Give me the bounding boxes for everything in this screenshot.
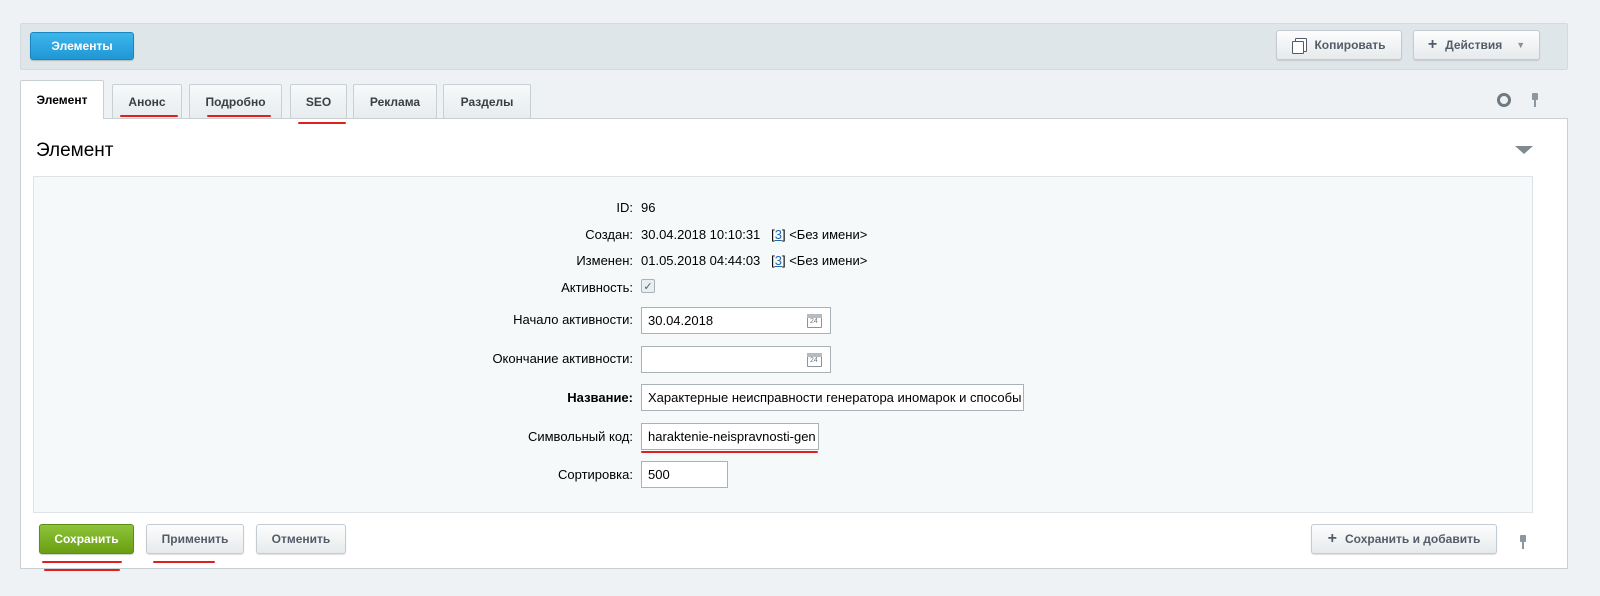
chevron-down-icon: ▼: [1516, 40, 1526, 50]
modified-label: Изменен:: [576, 253, 633, 268]
calendar-icon[interactable]: [807, 314, 822, 328]
created-value: 30.04.2018 10:10:31: [641, 227, 761, 242]
save-and-add-label: Сохранить и добавить: [1345, 532, 1481, 546]
save-and-add-button[interactable]: + Сохранить и добавить: [1311, 524, 1497, 554]
active-from-input[interactable]: 30.04.2018: [641, 307, 831, 334]
cancel-label: Отменить: [271, 532, 331, 546]
created-user-link[interactable]: 3: [775, 227, 782, 242]
code-input[interactable]: haraktenie-neispravnosti-gen: [641, 423, 819, 450]
annotation-underline: [42, 561, 122, 563]
tab-element-label: Элемент: [36, 93, 88, 107]
annotation-underline: [120, 115, 178, 117]
elements-back-button[interactable]: Элементы: [30, 32, 134, 60]
apply-button[interactable]: Применить: [146, 524, 244, 554]
copy-label: Копировать: [1314, 38, 1386, 52]
panel-title: Элемент: [36, 140, 114, 161]
actions-label: Действия: [1445, 38, 1503, 52]
tab-announce-label: Анонс: [128, 94, 166, 109]
sort-value: 500: [648, 467, 670, 482]
actions-button[interactable]: + Действия ▼: [1413, 30, 1540, 60]
annotation-underline: [641, 451, 818, 453]
active-to-label: Окончание активности:: [492, 351, 633, 366]
calendar-icon[interactable]: [807, 353, 822, 367]
save-label: Сохранить: [54, 532, 119, 546]
tab-detail[interactable]: Подробно: [189, 84, 282, 118]
active-label: Активность:: [561, 280, 633, 295]
active-to-input[interactable]: [641, 346, 831, 373]
annotation-underline: [298, 122, 346, 124]
copy-icon: [1292, 38, 1308, 54]
created-user-name: <Без имени>: [789, 227, 868, 242]
pin-icon[interactable]: [1518, 535, 1528, 549]
active-checkbox[interactable]: ✓: [641, 279, 655, 293]
name-value: Характерные неисправности генератора ино…: [648, 390, 1022, 405]
tab-element[interactable]: Элемент: [20, 80, 104, 119]
tab-sections[interactable]: Разделы: [443, 84, 531, 118]
tab-seo[interactable]: SEO: [290, 84, 347, 118]
active-from-label: Начало активности:: [513, 312, 633, 327]
created-row: 30.04.2018 10:10:31 [3] <Без имени>: [641, 227, 868, 242]
tab-seo-label: SEO: [305, 94, 332, 109]
modified-user-name: <Без имени>: [789, 253, 868, 268]
sort-label: Сортировка:: [558, 467, 633, 482]
tab-announce[interactable]: Анонс: [112, 84, 182, 118]
modified-user-link[interactable]: 3: [775, 253, 782, 268]
tab-detail-label: Подробно: [205, 94, 266, 109]
modified-row: 01.05.2018 04:44:03 [3] <Без имени>: [641, 253, 868, 268]
elements-back-label: Элементы: [51, 39, 113, 53]
plus-icon: +: [1427, 36, 1438, 53]
pin-icon[interactable]: [1530, 93, 1540, 107]
name-label: Название:: [567, 390, 633, 405]
id-value: 96: [641, 200, 656, 215]
code-value: haraktenie-neispravnosti-gen: [648, 429, 816, 444]
active-from-value: 30.04.2018: [648, 313, 714, 328]
name-input[interactable]: Характерные неисправности генератора ино…: [641, 384, 1024, 411]
save-button[interactable]: Сохранить: [39, 524, 134, 554]
collapse-icon[interactable]: [1515, 146, 1533, 154]
annotation-underline: [207, 115, 271, 117]
tab-advertising-label: Реклама: [369, 94, 421, 109]
id-label: ID:: [616, 200, 633, 215]
created-label: Создан:: [585, 227, 633, 242]
annotation-underline: [153, 561, 215, 563]
gear-icon[interactable]: [1497, 93, 1511, 107]
tab-advertising[interactable]: Реклама: [353, 84, 437, 118]
tab-sections-label: Разделы: [460, 94, 514, 109]
copy-button[interactable]: Копировать: [1276, 30, 1402, 60]
plus-icon: +: [1327, 530, 1337, 547]
cancel-button[interactable]: Отменить: [256, 524, 346, 554]
code-label: Символьный код:: [527, 429, 633, 444]
annotation-underline: [44, 569, 120, 571]
sort-input[interactable]: 500: [641, 461, 728, 488]
apply-label: Применить: [161, 532, 229, 546]
modified-value: 01.05.2018 04:44:03: [641, 253, 761, 268]
